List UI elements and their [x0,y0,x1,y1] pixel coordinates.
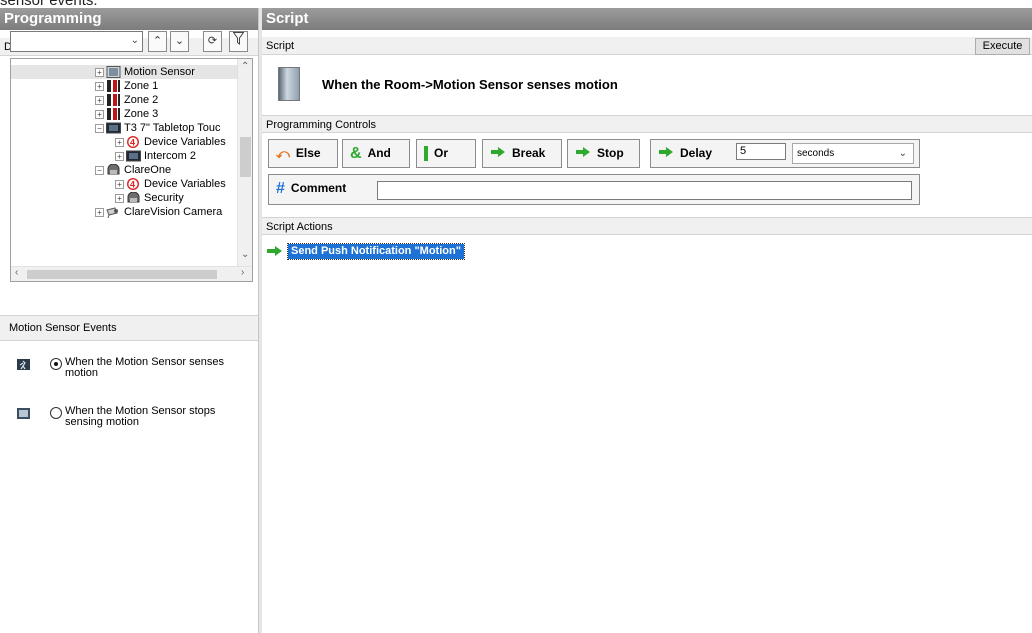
filter-button[interactable] [229,31,248,52]
pane-splitter[interactable] [258,8,262,633]
break-button[interactable]: Break [482,139,562,168]
chevron-right-icon[interactable]: › [241,267,244,278]
script-actions-header: Script Actions [262,217,1032,235]
green-arrow-icon [658,140,674,167]
event-senses-motion[interactable]: When the Motion Sensor senses motion [17,357,247,383]
comment-input[interactable] [377,181,912,200]
programming-panel-title: Programming [0,8,258,30]
refresh-button[interactable]: ⟳ [203,31,222,52]
intercom-icon [126,150,141,162]
security-icon [126,191,141,204]
tree-item-clareone[interactable]: − ClareOne [95,163,171,177]
tree-vertical-scroll-thumb[interactable] [240,137,251,177]
or-button[interactable]: Or [416,139,476,168]
tree-horizontal-scrollbar[interactable]: ‹ › [11,266,252,281]
tree-item-security[interactable]: + Security [115,191,184,205]
tree-item-clarevision-camera[interactable]: + ClareVision Camera [95,205,222,219]
device-tree[interactable]: + Motion Sensor + Zone 1 + Zone 2 + Zone 3 −… [10,59,253,282]
tree-item-device-variables-1[interactable]: +4 Device Variables [115,135,226,149]
event-radio-stops-sensing[interactable] [50,407,62,419]
tree-item-zone-3[interactable]: + Zone 3 [95,107,158,121]
else-icon: ⤺ [276,146,290,162]
and-button[interactable]: & And [342,139,410,168]
chevron-down-icon: ⌄ [898,148,907,159]
chevron-up-icon[interactable]: ⌃ [241,61,249,72]
tree-item-touchpanel[interactable]: − T3 7" Tabletop Touc [95,121,220,135]
motion-idle-icon [17,408,30,419]
device-search-combo[interactable]: ⌄ [10,31,143,52]
script-title: When the Room->Motion Sensor senses moti… [322,77,618,92]
filter-icon [232,32,245,45]
programming-controls-header: Programming Controls [262,115,1032,133]
touchpanel-icon [106,122,121,134]
clareone-icon [106,163,121,176]
variables-icon: 4 [126,136,141,149]
execute-button[interactable]: Execute [975,38,1030,55]
ampersand-icon: & [350,145,362,163]
event-stops-sensing[interactable]: When the Motion Sensor stops sensing mot… [17,406,247,432]
or-bar-icon [424,146,428,162]
zone-icon [106,108,121,121]
svg-text:4: 4 [130,180,135,190]
chevron-left-icon[interactable]: ‹ [15,267,18,278]
chevron-down-icon[interactable]: ⌄ [241,249,249,260]
stop-button[interactable]: Stop [567,139,640,168]
tree-up-button[interactable]: ⌃ [148,31,167,52]
green-arrow-icon [490,140,506,167]
motion-sensor-events-header: Motion Sensor Events [0,315,258,341]
tree-item-zone-2[interactable]: + Zone 2 [95,93,158,107]
motion-sensor-icon [278,67,300,101]
tree-item-motion-sensor[interactable]: + Motion Sensor [11,65,239,79]
chevron-down-icon[interactable]: ⌄ [131,35,139,46]
tree-vertical-scrollbar[interactable]: ⌃ ⌄ [237,59,252,267]
delay-value-input[interactable]: 5 [736,143,786,160]
else-button[interactable]: ⤺ Else [268,139,338,168]
tree-horizontal-scroll-thumb[interactable] [27,270,217,279]
event-radio-senses-motion[interactable] [50,358,62,370]
tree-down-button[interactable]: ⌄ [170,31,189,52]
svg-text:4: 4 [130,138,135,148]
camera-icon [106,206,121,219]
script-label: Script [262,37,1032,55]
motion-active-icon [17,359,30,370]
script-panel-title: Script [262,8,1032,30]
variables-icon: 4 [126,178,141,191]
green-arrow-icon [266,245,283,257]
zone-icon [106,80,121,93]
motion-sensor-icon [106,66,121,79]
delay-unit-select[interactable]: seconds ⌄ [792,143,914,164]
green-arrow-icon [575,140,591,167]
hash-icon: # [276,180,285,198]
zone-icon [106,94,121,107]
tree-item-device-variables-2[interactable]: +4 Device Variables [115,177,226,191]
tree-item-intercom-2[interactable]: + Intercom 2 [115,149,196,163]
tree-item-zone-1[interactable]: + Zone 1 [95,79,158,93]
